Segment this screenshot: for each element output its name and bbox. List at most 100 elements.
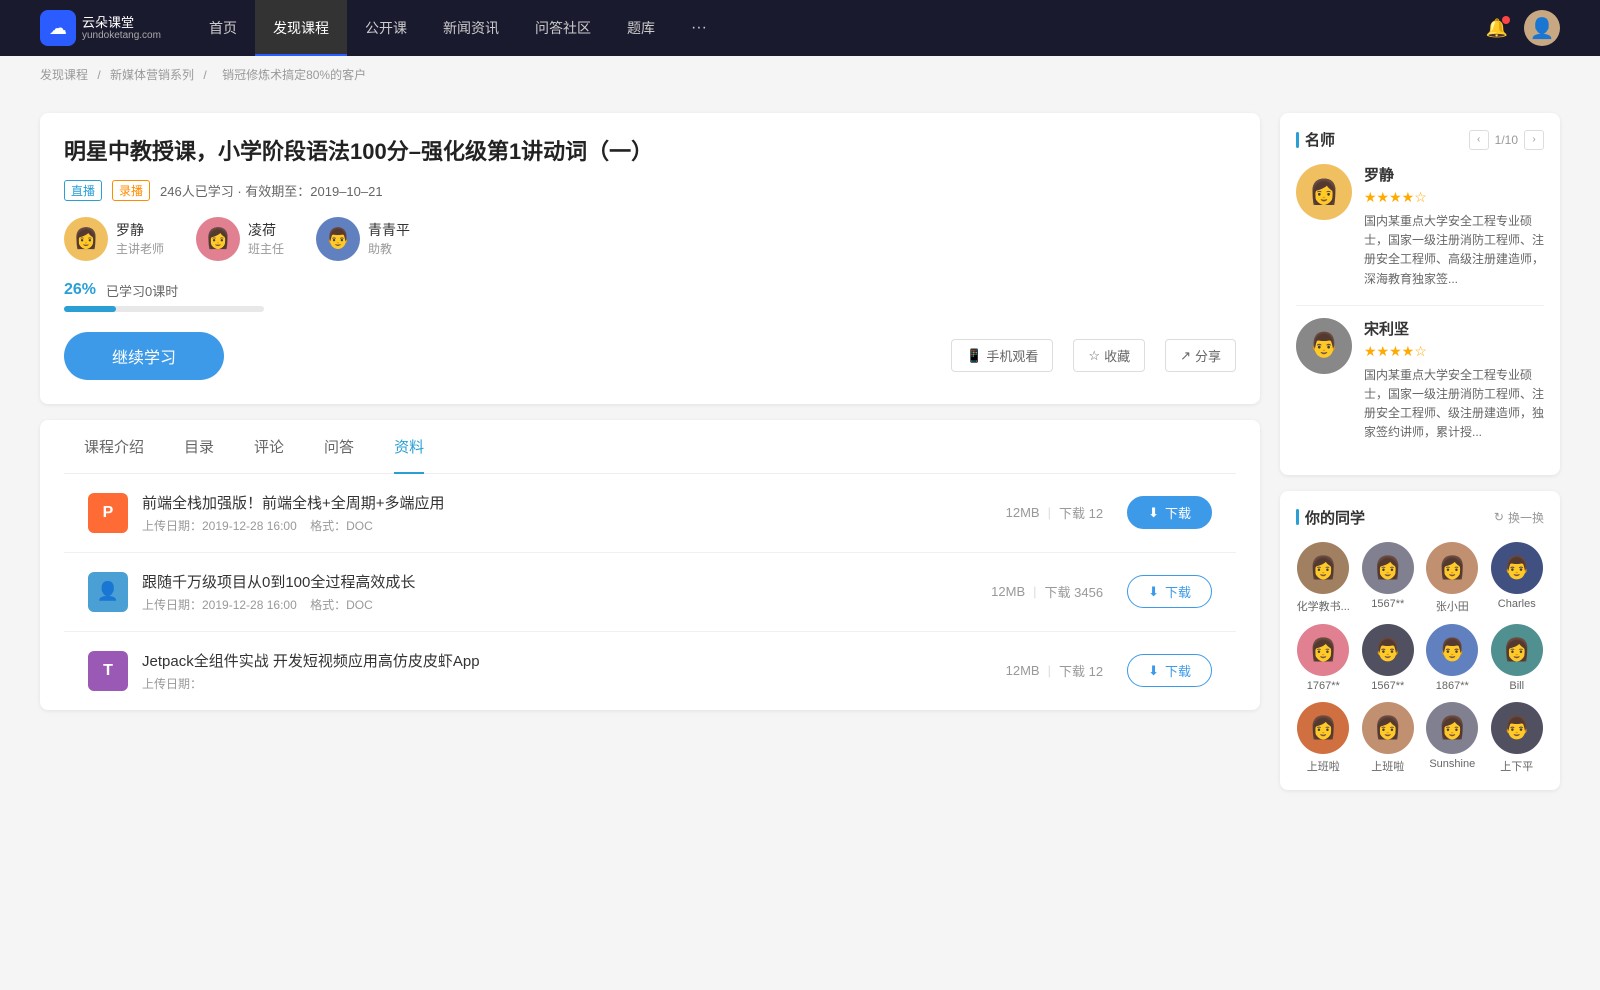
logo-icon: ☁ bbox=[40, 10, 76, 46]
file-meta-1: 上传日期：2019-12-28 16:00 格式：DOC bbox=[142, 596, 991, 613]
progress-pct: 26% bbox=[64, 281, 96, 299]
nav-public[interactable]: 公开课 bbox=[347, 0, 425, 56]
classmate-avatar-6: 👨 bbox=[1426, 624, 1478, 676]
breadcrumb-current: 销冠修炼术搞定80%的客户 bbox=[222, 68, 366, 82]
classmate-name-11: 上下平 bbox=[1500, 758, 1533, 774]
sidebar-teacher-1: 👨 宋利坚 ★★★★☆ 国内某重点大学安全工程专业硕士，国家一级注册消防工程师、… bbox=[1296, 318, 1544, 443]
star-icon: ☆ bbox=[1088, 348, 1100, 364]
nav-home[interactable]: 首页 bbox=[191, 0, 255, 56]
tab-qa[interactable]: 问答 bbox=[304, 420, 374, 473]
teachers-title: 名师 bbox=[1296, 129, 1335, 150]
logo-sub: yundoketang.com bbox=[82, 30, 161, 41]
page-indicator: 1/10 bbox=[1495, 133, 1518, 147]
nav-news[interactable]: 新闻资讯 bbox=[425, 0, 517, 56]
download-icon: ⬇ bbox=[1148, 505, 1159, 521]
classmate-avatar-11: 👨 bbox=[1491, 702, 1543, 754]
classmate-avatar-9: 👩 bbox=[1362, 702, 1414, 754]
share-link[interactable]: ↗ 分享 bbox=[1165, 339, 1236, 372]
file-item: P 前端全栈加强版！前端全栈+全周期+多端应用 上传日期：2019-12-28 … bbox=[64, 474, 1236, 553]
sidebar-teacher-desc-1: 国内某重点大学安全工程专业硕士，国家一级注册消防工程师、注册安全工程师、级注册建… bbox=[1364, 366, 1544, 443]
refresh-icon: ↻ bbox=[1494, 510, 1504, 524]
teacher-name-0: 罗静 bbox=[116, 220, 164, 240]
tabs-card: 课程介绍 目录 评论 问答 资料 P 前端全栈加强版！前端全栈+全周期+多端应用… bbox=[40, 420, 1260, 710]
download-button-0[interactable]: ⬇ 下载 bbox=[1127, 496, 1212, 529]
file-name-0: 前端全栈加强版！前端全栈+全周期+多端应用 bbox=[142, 492, 1006, 513]
teacher-role-0: 主讲老师 bbox=[116, 240, 164, 257]
classmate-avatar-7: 👩 bbox=[1491, 624, 1543, 676]
files-list: P 前端全栈加强版！前端全栈+全周期+多端应用 上传日期：2019-12-28 … bbox=[64, 474, 1236, 710]
classmate-name-6: 1867** bbox=[1436, 680, 1469, 692]
classmates-sidebar-title: 你的同学 ↻ 换一换 bbox=[1296, 507, 1544, 528]
file-stats-2: 12MB | 下载 12 bbox=[1006, 661, 1103, 680]
file-item: 👤 跟随千万级项目从0到100全过程高效成长 上传日期：2019-12-28 1… bbox=[64, 553, 1236, 632]
phone-view-link[interactable]: 📱 手机观看 bbox=[951, 339, 1053, 372]
content-area: 明星中教授课，小学阶段语法100分–强化级第1讲动词（一） 直播 录播 246人… bbox=[40, 113, 1260, 806]
sidebar-teacher-desc-0: 国内某重点大学安全工程专业硕士，国家一级注册消防工程师、注册安全工程师、高级注册… bbox=[1364, 212, 1544, 289]
nav-discover[interactable]: 发现课程 bbox=[255, 0, 347, 56]
refresh-button[interactable]: ↻ 换一换 bbox=[1494, 509, 1544, 526]
next-page-button[interactable]: › bbox=[1524, 130, 1544, 150]
classmate-4: 👩 1767** bbox=[1296, 624, 1351, 692]
download-button-1[interactable]: ⬇ 下载 bbox=[1127, 575, 1212, 608]
collect-link[interactable]: ☆ 收藏 bbox=[1073, 339, 1145, 372]
nav-more[interactable]: ··· bbox=[673, 19, 725, 37]
course-card: 明星中教授课，小学阶段语法100分–强化级第1讲动词（一） 直播 录播 246人… bbox=[40, 113, 1260, 404]
breadcrumb-sep2: / bbox=[203, 68, 210, 82]
teachers-sidebar-title: 名师 ‹ 1/10 › bbox=[1296, 129, 1544, 150]
teacher-role-1: 班主任 bbox=[248, 240, 284, 257]
classmate-6: 👨 1867** bbox=[1425, 624, 1480, 692]
share-icon: ↗ bbox=[1180, 348, 1191, 364]
teacher-2: 👨 青青平 助教 bbox=[316, 217, 410, 261]
tab-intro[interactable]: 课程介绍 bbox=[64, 420, 164, 473]
progress-area: 26% 已学习0课时 bbox=[64, 281, 1236, 312]
download-icon: ⬇ bbox=[1148, 584, 1159, 600]
nav-quiz[interactable]: 题库 bbox=[609, 0, 673, 56]
classmate-11: 👨 上下平 bbox=[1490, 702, 1545, 774]
navbar: ☁ 云朵课堂 yundoketang.com 首页 发现课程 公开课 新闻资讯 … bbox=[0, 0, 1600, 56]
course-meta-text: 246人已学习 · 有效期至：2019–10–21 bbox=[160, 181, 383, 200]
phone-icon: 📱 bbox=[966, 348, 982, 364]
classmate-avatar-1: 👩 bbox=[1362, 542, 1414, 594]
progress-bar-bg bbox=[64, 306, 264, 312]
classmate-avatar-3: 👨 bbox=[1491, 542, 1543, 594]
continue-study-button[interactable]: 继续学习 bbox=[64, 332, 224, 380]
classmate-name-3: Charles bbox=[1498, 598, 1536, 610]
teacher-0: 👩 罗静 主讲老师 bbox=[64, 217, 164, 261]
teacher-name-2: 青青平 bbox=[368, 220, 410, 240]
nav-items: 首页 发现课程 公开课 新闻资讯 问答社区 题库 ··· bbox=[191, 0, 1486, 56]
sidebar-teacher-name-0: 罗静 bbox=[1364, 164, 1544, 185]
classmates-sidebar-card: 你的同学 ↻ 换一换 👩 化学教书... 👩 1567** 👩 张小田 bbox=[1280, 491, 1560, 790]
action-links: 📱 手机观看 ☆ 收藏 ↗ 分享 bbox=[951, 339, 1236, 372]
file-meta-0: 上传日期：2019-12-28 16:00 格式：DOC bbox=[142, 517, 1006, 534]
user-avatar-nav[interactable]: 👤 bbox=[1524, 10, 1560, 46]
classmate-7: 👩 Bill bbox=[1490, 624, 1545, 692]
classmate-avatar-0: 👩 bbox=[1297, 542, 1349, 594]
classmate-name-0: 化学教书... bbox=[1297, 598, 1350, 614]
teacher-1: 👩 凌荷 班主任 bbox=[196, 217, 284, 261]
progress-label-text: 已学习0课时 bbox=[106, 281, 178, 300]
breadcrumb-sep1: / bbox=[97, 68, 104, 82]
notification-bell[interactable]: 🔔 bbox=[1486, 18, 1508, 39]
teacher-avatar-0: 👩 bbox=[64, 217, 108, 261]
download-button-2[interactable]: ⬇ 下载 bbox=[1127, 654, 1212, 687]
tab-materials[interactable]: 资料 bbox=[374, 420, 444, 473]
classmate-9: 👩 上班啦 bbox=[1361, 702, 1416, 774]
breadcrumb-series[interactable]: 新媒体营销系列 bbox=[110, 68, 194, 82]
logo[interactable]: ☁ 云朵课堂 yundoketang.com bbox=[40, 10, 161, 46]
sidebar-teacher-stars-0: ★★★★☆ bbox=[1364, 189, 1544, 206]
tab-catalog[interactable]: 目录 bbox=[164, 420, 234, 473]
file-info-0: 前端全栈加强版！前端全栈+全周期+多端应用 上传日期：2019-12-28 16… bbox=[142, 492, 1006, 534]
nav-right: 🔔 👤 bbox=[1486, 10, 1560, 46]
nav-qa[interactable]: 问答社区 bbox=[517, 0, 609, 56]
course-title: 明星中教授课，小学阶段语法100分–强化级第1讲动词（一） bbox=[64, 137, 1236, 168]
tab-review[interactable]: 评论 bbox=[234, 420, 304, 473]
tag-live: 直播 bbox=[64, 180, 102, 201]
file-info-2: Jetpack全组件实战 开发短视频应用高仿皮皮虾App 上传日期： bbox=[142, 650, 1006, 692]
breadcrumb: 发现课程 / 新媒体营销系列 / 销冠修炼术搞定80%的客户 bbox=[0, 56, 1600, 93]
file-info-1: 跟随千万级项目从0到100全过程高效成长 上传日期：2019-12-28 16:… bbox=[142, 571, 991, 613]
breadcrumb-discover[interactable]: 发现课程 bbox=[40, 68, 88, 82]
sidebar-teacher-stars-1: ★★★★☆ bbox=[1364, 343, 1544, 360]
prev-page-button[interactable]: ‹ bbox=[1469, 130, 1489, 150]
file-stats-1: 12MB | 下载 3456 bbox=[991, 582, 1103, 601]
teacher-role-2: 助教 bbox=[368, 240, 410, 257]
